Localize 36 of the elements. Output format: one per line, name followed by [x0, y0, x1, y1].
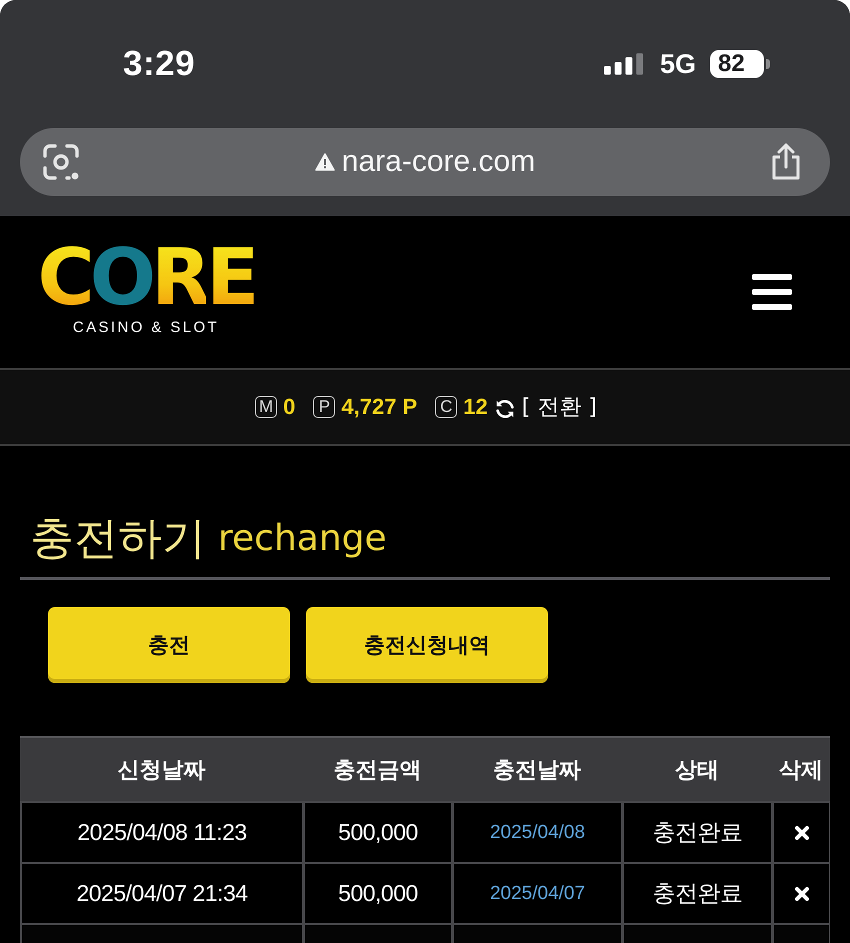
balance-value: 0	[283, 394, 296, 420]
balance-value: 4,727 P	[341, 394, 418, 420]
signal-icon	[604, 53, 645, 75]
share-icon[interactable]	[770, 143, 802, 181]
refresh-icon[interactable]	[494, 398, 516, 420]
table-cell-text: 500,000	[338, 880, 418, 907]
page-title: 충전하기	[30, 512, 206, 566]
menu-icon[interactable]	[752, 274, 792, 310]
balance-value: 12	[463, 394, 488, 420]
address-bar[interactable]: nara-core.com	[20, 128, 830, 196]
battery-indicator: 82	[710, 50, 770, 78]
balance-symbol: P	[313, 396, 336, 418]
page-subtitle: rechange	[218, 517, 387, 561]
status-time: 3:29	[123, 44, 196, 84]
delete-icon[interactable]	[794, 824, 810, 840]
network-type: 5G	[660, 48, 696, 80]
balance-symbol: M	[255, 396, 278, 418]
column-header: 삭제	[778, 756, 824, 784]
column-header: 충전날짜	[492, 756, 582, 784]
table-cell-text: 충전완료	[652, 818, 742, 847]
action-button[interactable]: 충전	[48, 607, 290, 683]
column-header: 신청날짜	[116, 756, 206, 784]
convert-link[interactable]: [ 전환 ]	[522, 392, 597, 422]
table-cell-text: 충전완료	[652, 879, 742, 908]
table-cell-text: 500,000	[338, 819, 418, 846]
delete-icon[interactable]	[794, 886, 810, 902]
column-header: 상태	[674, 756, 720, 784]
column-header: 충전금액	[332, 756, 422, 784]
camera-search-icon[interactable]	[42, 143, 80, 181]
action-button[interactable]: 충전신청내역	[306, 607, 548, 683]
site-logo[interactable]: CORE CASINO & SLOT	[28, 242, 264, 336]
url-text[interactable]: nara-core.com	[342, 145, 536, 179]
balance-symbol: C	[435, 396, 458, 418]
table-cell-text: 2025/04/08 11:23	[77, 819, 247, 846]
warning-icon	[314, 153, 335, 171]
table-cell-text: 2025/04/07 21:34	[76, 880, 248, 907]
